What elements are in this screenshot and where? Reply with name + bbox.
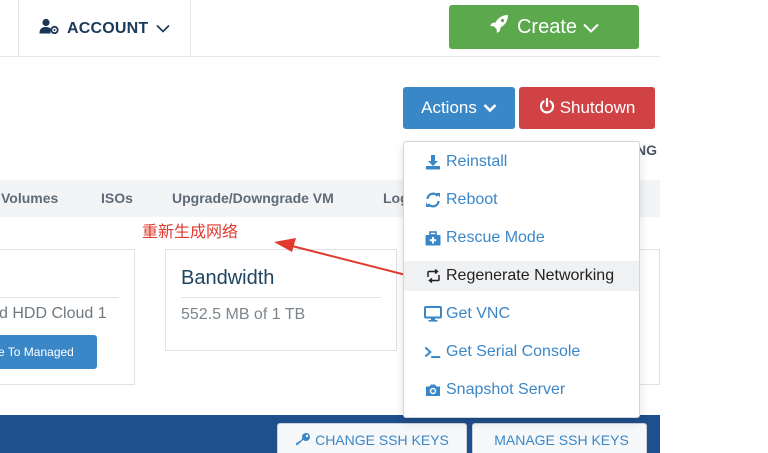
menu-item-label: Reinstall — [446, 153, 508, 170]
managed-button-label: e To Managed — [0, 345, 74, 359]
menu-item-reinstall[interactable]: Reinstall — [404, 147, 639, 177]
change-ssh-keys-label: CHANGE SSH KEYS — [315, 432, 449, 448]
menu-item-label: Rescue Mode — [446, 229, 545, 246]
download-icon — [424, 154, 442, 170]
bandwidth-value: 552.5 MB of 1 TB — [181, 306, 306, 323]
divider — [0, 297, 119, 298]
bandwidth-card: Bandwidth 552.5 MB of 1 TB — [165, 249, 397, 351]
actions-label: Actions — [421, 98, 477, 117]
bandwidth-title: Bandwidth — [181, 267, 275, 289]
upgrade-to-managed-button[interactable]: e To Managed — [0, 335, 97, 369]
create-button[interactable]: Create — [449, 5, 639, 49]
create-label: Create — [516, 15, 578, 38]
account-menu[interactable]: ACCOUNT — [18, 0, 191, 57]
user-cog-icon — [39, 18, 59, 39]
shutdown-label: Shutdown — [559, 98, 636, 117]
divider — [181, 297, 381, 298]
key-icon — [295, 432, 311, 449]
chevron-down-icon — [156, 20, 170, 38]
account-label: ACCOUNT — [67, 19, 149, 37]
chevron-down-icon — [583, 16, 599, 39]
terminal-icon — [424, 344, 442, 360]
power-icon — [539, 97, 555, 119]
menu-item-get-vnc[interactable]: Get VNC — [404, 299, 639, 329]
plan-name: d HDD Cloud 1 — [0, 305, 107, 322]
menu-item-rescue-mode[interactable]: Rescue Mode — [404, 223, 639, 253]
actions-dropdown-menu: Reinstall Reboot Rescue Mode Regenerate … — [403, 141, 640, 418]
shutdown-button[interactable]: Shutdown — [519, 87, 655, 129]
chevron-down-icon — [483, 98, 497, 118]
menu-item-regenerate-networking[interactable]: Regenerate Networking — [404, 261, 639, 291]
manage-ssh-keys-label: MANAGE SSH KEYS — [494, 432, 629, 448]
rocket-icon — [489, 14, 509, 40]
tab-volumes[interactable]: Volumes — [1, 190, 58, 206]
change-ssh-keys-button[interactable]: CHANGE SSH KEYS — [277, 423, 467, 453]
top-header: ACCOUNT Create — [0, 0, 660, 57]
monitor-icon — [424, 306, 442, 322]
menu-item-label: Reboot — [446, 191, 498, 208]
menu-item-reboot[interactable]: Reboot — [404, 185, 639, 215]
menu-item-label: Snapshot Server — [446, 381, 566, 398]
annotation-text: 重新生成网络 — [142, 222, 239, 241]
camera-icon — [424, 382, 442, 398]
actions-button[interactable]: Actions — [403, 87, 515, 129]
tab-upgrade-downgrade-vm[interactable]: Upgrade/Downgrade VM — [172, 190, 334, 206]
menu-item-label: Get Serial Console — [446, 343, 581, 360]
medkit-icon — [424, 230, 442, 246]
menu-item-label: Regenerate Networking — [446, 267, 615, 284]
refresh-icon — [424, 192, 442, 208]
manage-ssh-keys-button[interactable]: MANAGE SSH KEYS — [472, 423, 647, 453]
menu-item-get-serial-console[interactable]: Get Serial Console — [404, 337, 639, 367]
annotation-arrow — [274, 238, 411, 277]
retweet-icon — [424, 268, 442, 284]
menu-item-label: Get VNC — [446, 305, 511, 322]
page: ACCOUNT Create Actions Shutdown NG Volum… — [0, 0, 768, 453]
tab-isos[interactable]: ISOs — [101, 190, 133, 206]
menu-item-snapshot-server[interactable]: Snapshot Server — [404, 375, 639, 405]
